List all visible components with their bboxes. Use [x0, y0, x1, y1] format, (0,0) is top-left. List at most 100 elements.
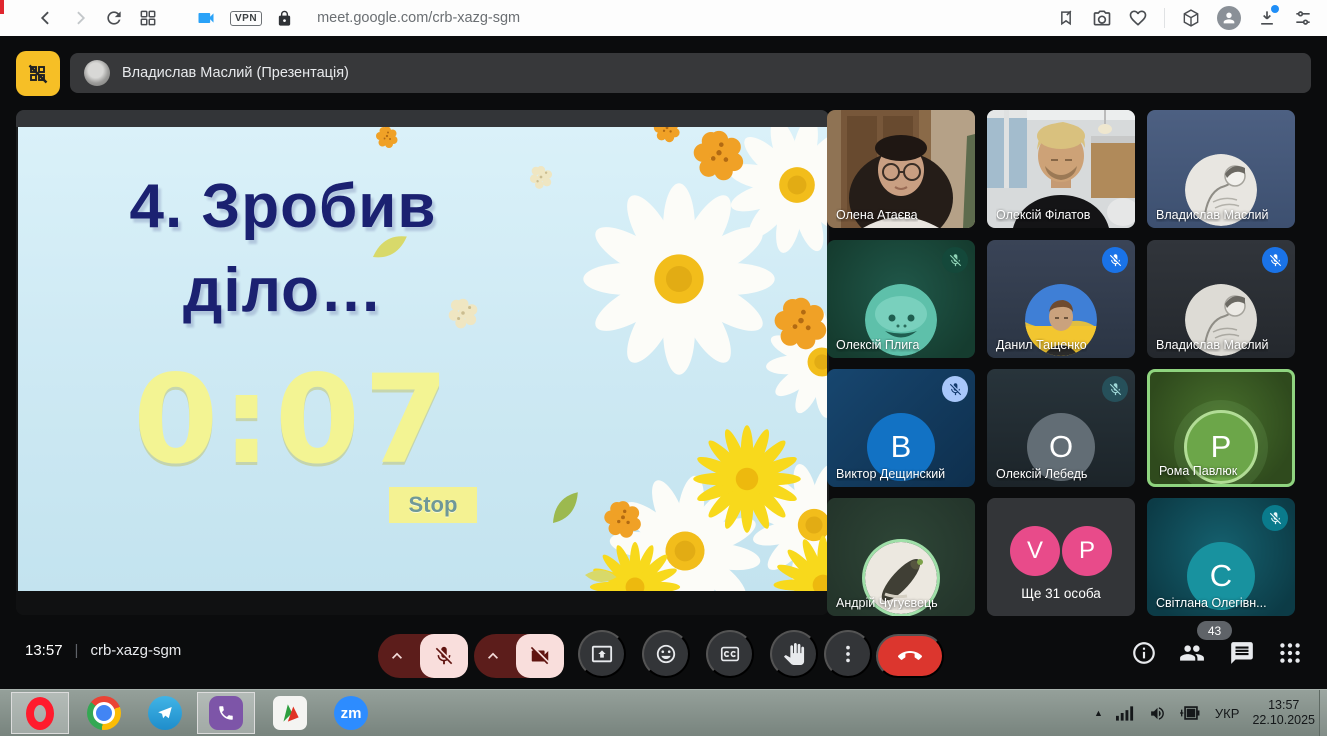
letterbox-bottom: [16, 591, 829, 615]
end-call-icon: [898, 644, 922, 668]
presenting-banner[interactable]: Владислав Маслий (Презентація): [70, 53, 1311, 93]
downloads-icon[interactable]: [1257, 8, 1277, 28]
volume-icon[interactable]: [1148, 705, 1167, 722]
network-icon[interactable]: [1116, 705, 1135, 721]
presenting-banner-label: Владислав Маслий (Презентація): [122, 65, 349, 81]
mic-off-icon: [1102, 247, 1128, 273]
show-desktop-button[interactable]: [1319, 690, 1327, 736]
present-screen-button[interactable]: [578, 630, 626, 678]
taskbar-zoom-button[interactable]: zm: [322, 692, 380, 734]
chat-panel-button[interactable]: [1229, 640, 1255, 666]
profile-avatar-icon[interactable]: [1217, 6, 1241, 30]
participant-tile[interactable]: Олексій Філатов: [987, 110, 1135, 228]
participant-name: Олена Атаєва: [836, 208, 918, 222]
mic-off-icon: [942, 376, 968, 402]
back-icon[interactable]: [36, 8, 56, 28]
participant-tile[interactable]: Владислав Маслий: [1147, 240, 1295, 358]
overflow-count-label: Ще 31 особа: [987, 586, 1135, 601]
browser-toolbar: VPN meet.google.com/crb-xazg-sgm: [0, 0, 1327, 37]
mic-off-icon: [1262, 505, 1288, 531]
camera-control-group: [474, 634, 564, 678]
tab-tiling-icon[interactable]: [138, 8, 158, 28]
participant-tile[interactable]: Андрій Чугуєвець: [827, 498, 975, 616]
present-icon: [591, 643, 613, 665]
meet-camera-tab-icon[interactable]: [196, 8, 216, 28]
hidden-icons-chevron[interactable]: ▲: [1094, 708, 1103, 718]
slide-timer: 0:07: [128, 349, 458, 491]
viber-icon: [209, 696, 243, 730]
slide-title: 4. Зробив діло…: [48, 165, 518, 332]
reactions-button[interactable]: [642, 630, 690, 678]
language-indicator[interactable]: УКР: [1215, 706, 1240, 721]
more-options-button[interactable]: [824, 630, 872, 678]
more-options-icon: [837, 643, 859, 665]
settings-sliders-icon[interactable]: [1293, 8, 1313, 28]
snapshot-icon[interactable]: [1092, 8, 1112, 28]
captions-button[interactable]: [706, 630, 754, 678]
people-icon: [1179, 640, 1205, 666]
pinboard-icon[interactable]: [1056, 8, 1076, 28]
taskbar-viber-button[interactable]: [197, 692, 255, 734]
people-panel-button[interactable]: [1179, 640, 1205, 666]
taskbar-telegram-button[interactable]: [136, 692, 194, 734]
captions-icon: [719, 643, 741, 665]
presentation-hidden-warning-button[interactable]: [16, 51, 60, 96]
meeting-code: crb-xazg-sgm: [90, 642, 181, 659]
meeting-details-button[interactable]: [1131, 640, 1157, 666]
participant-name: Владислав Маслий: [1156, 338, 1268, 352]
participant-name: Андрій Чугуєвець: [836, 596, 938, 610]
raise-hand-button[interactable]: [770, 630, 818, 678]
address-bar-url[interactable]: meet.google.com/crb-xazg-sgm: [317, 10, 520, 26]
camera-toggle-button-off[interactable]: [516, 634, 564, 678]
meet-control-bar: 13:57 | crb-xazg-sgm 43: [0, 632, 1327, 690]
participant-count-badge: 43: [1197, 621, 1232, 640]
participant-name: Владислав Маслий: [1156, 208, 1268, 222]
meeting-clock: 13:57: [25, 642, 63, 659]
raise-hand-icon: [783, 643, 805, 665]
participant-name: Олексій Лебедь: [996, 467, 1087, 481]
participant-tile[interactable]: C Світлана Олегівн...: [1147, 498, 1295, 616]
participant-tile[interactable]: Олексій Плига: [827, 240, 975, 358]
presentation-stage[interactable]: 4. Зробив діло… 0:07 Stop: [16, 110, 829, 615]
taskbar-faststone-button[interactable]: [261, 692, 319, 734]
participant-tile[interactable]: Данил Тащенко: [987, 240, 1135, 358]
mic-off-icon: [942, 247, 968, 273]
videocam-off-icon: [529, 645, 551, 667]
taskbar-chrome-button[interactable]: [75, 692, 133, 734]
overflow-avatars: V P: [987, 526, 1135, 576]
telegram-icon: [148, 696, 182, 730]
mic-control-group: [378, 634, 468, 678]
timer-stop-button[interactable]: Stop: [389, 487, 477, 523]
tray-clock[interactable]: 13:57 22.10.2025: [1252, 698, 1315, 728]
reload-icon[interactable]: [104, 8, 124, 28]
windows-taskbar: zm ▲ УКР 13:57 22.10.2025: [0, 689, 1327, 736]
toolbar-divider: [1164, 8, 1165, 28]
extensions-cube-icon[interactable]: [1181, 8, 1201, 28]
mic-off-icon: [433, 645, 455, 667]
mic-off-icon: [1102, 376, 1128, 402]
shared-slide: 4. Зробив діло… 0:07 Stop: [18, 127, 827, 591]
participant-tile-speaking[interactable]: P Рома Павлюк: [1147, 369, 1295, 487]
chevron-up-icon: [387, 646, 407, 666]
participant-tile[interactable]: O Олексій Лебедь: [987, 369, 1135, 487]
lock-icon[interactable]: [276, 10, 293, 27]
chevron-up-icon: [483, 646, 503, 666]
favorites-heart-icon[interactable]: [1128, 8, 1148, 28]
participant-tile[interactable]: Владислав Маслий: [1147, 110, 1295, 228]
participant-name: Світлана Олегівн...: [1156, 596, 1267, 610]
overflow-participants-tile[interactable]: V P Ще 31 особа: [987, 498, 1135, 616]
letterbox-top: [16, 110, 829, 127]
mic-off-icon: [1262, 247, 1288, 273]
end-call-button[interactable]: [876, 634, 944, 678]
forward-icon[interactable]: [70, 8, 90, 28]
system-tray: ▲ УКР 13:57 22.10.2025: [1094, 690, 1315, 736]
participant-tile[interactable]: B Виктор Дещинский: [827, 369, 975, 487]
taskbar-opera-button[interactable]: [11, 692, 69, 734]
participant-name: Рома Павлюк: [1159, 464, 1237, 478]
vpn-badge[interactable]: VPN: [230, 11, 262, 26]
tray-date: 22.10.2025: [1252, 713, 1315, 727]
battery-icon[interactable]: [1180, 705, 1202, 721]
participant-tile[interactable]: Олена Атаєва: [827, 110, 975, 228]
mic-toggle-button-muted[interactable]: [420, 634, 468, 678]
activities-button[interactable]: [1277, 640, 1303, 666]
